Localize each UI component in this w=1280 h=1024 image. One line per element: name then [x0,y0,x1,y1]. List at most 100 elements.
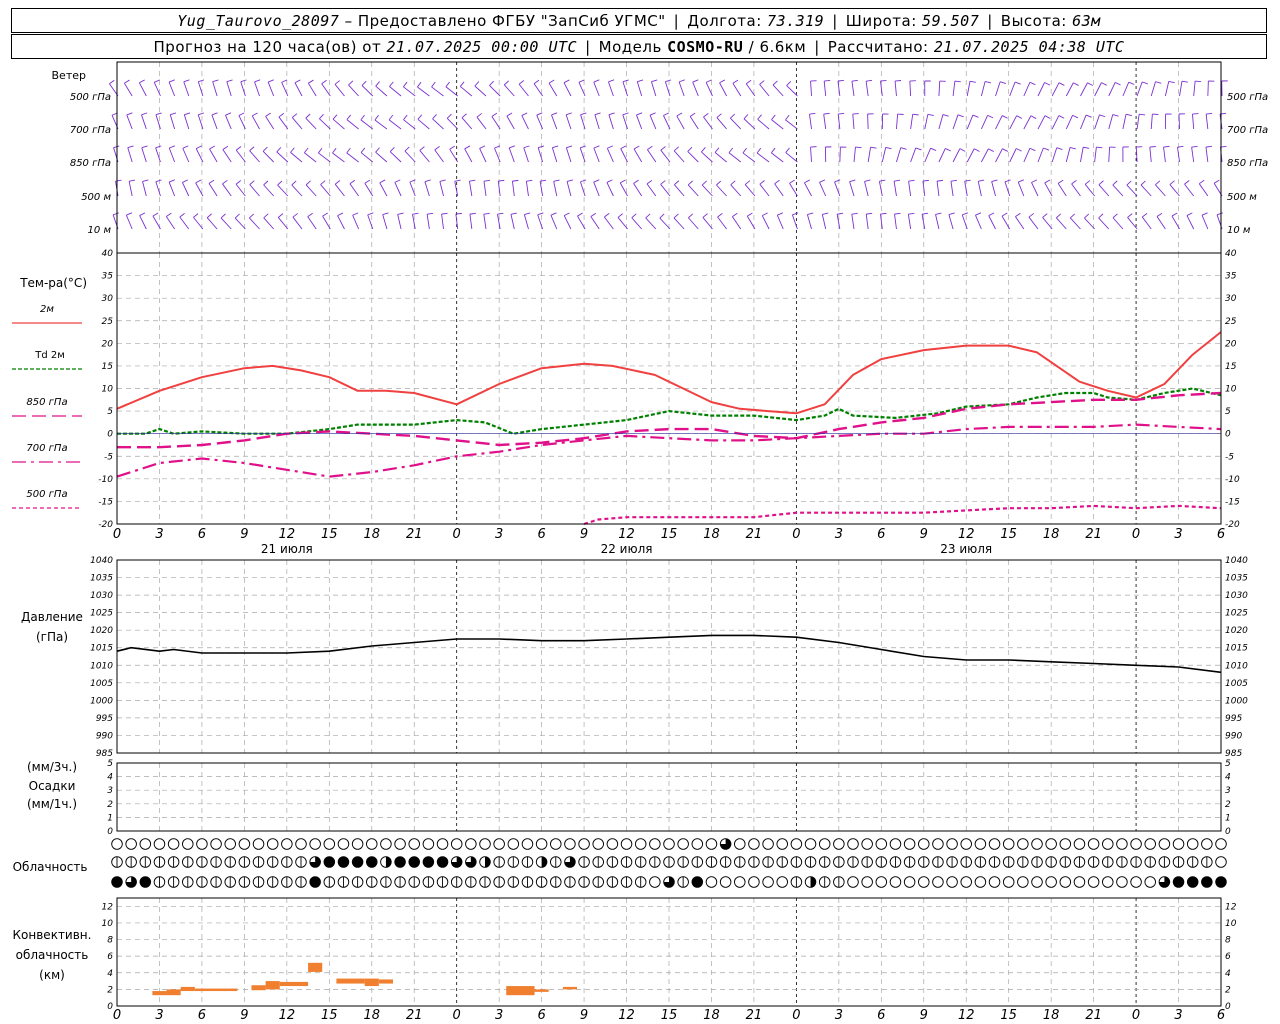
wind-barb [222,145,232,163]
wind-barb [896,147,907,163]
wind-barb [785,147,798,163]
wind-level-label-left: 700 гПа [70,125,111,136]
wind-barb [375,147,388,163]
temp-ytick-left: -5 [104,452,113,462]
wind-barb [389,81,402,97]
wind-barb [360,147,374,163]
cloud-symbol [1158,856,1171,868]
temp-ytick-right: 0 [1225,430,1231,440]
cloud-symbol [224,856,236,868]
cloud-symbol [918,876,930,888]
cloud-symbol [436,876,449,888]
pres-ytick-left: 995 [96,714,113,724]
cloud-symbol [337,838,350,850]
temp-xtick: 15 [1000,527,1017,542]
temp-ytick-right: 5 [1225,407,1231,417]
wind-barb [1009,81,1021,97]
wind-barb [1069,213,1081,230]
wind-barb [703,113,713,130]
wind-barb [995,81,1006,97]
cloud-symbol [465,856,477,868]
wind-barb [761,212,770,230]
conv-ytick-left: 4 [107,969,113,979]
wind-barb [565,145,573,163]
wind-barb [678,79,685,97]
wind-barb [468,179,476,197]
wind-barb [511,179,519,197]
wind-barb [267,79,275,97]
temp-ytick-left: 30 [102,294,114,304]
convective-bar [180,986,195,992]
wind-barb [908,179,915,197]
cloud-symbol [1172,838,1185,850]
cloud-symbol [1045,838,1057,850]
wind-barb [168,179,176,197]
cloud-symbol [946,856,958,868]
cloud-symbol [578,876,590,888]
wind-barb [952,148,966,163]
cloud-symbol [833,856,845,868]
cloud-symbol [1002,856,1015,868]
wind-barb [806,212,814,230]
wind-label: Ветер [52,69,86,82]
wind-barb [360,114,374,130]
wind-barb [660,146,671,163]
cloud-symbol [818,856,831,868]
wind-barb [417,81,430,97]
wind-barb [728,147,742,163]
wind-barb [168,79,176,97]
cloud-symbol [818,838,831,850]
cloud-symbol [422,838,435,850]
wind-barb [732,79,742,97]
wind-barb [417,114,430,130]
wind-barb [893,179,901,197]
cloud-symbol [281,856,293,868]
wind-barb [181,179,190,197]
cloud-symbol [422,876,435,888]
wind-barb [127,145,134,163]
temp-xtick: 9 [240,527,248,542]
pres-ytick-right: 985 [1225,749,1242,759]
wind-barb [1186,212,1195,230]
wind-barb [125,212,133,230]
wind-barb [251,112,260,130]
wind-barb [1037,82,1051,97]
cloud-symbol [295,838,307,850]
cloud-symbol [394,876,406,888]
cloud-symbol [1215,856,1227,868]
cloud-symbol [1172,856,1185,868]
cloud-symbol [1215,876,1227,888]
wind-barb [702,213,713,230]
legend-label: Td 2м [34,350,65,361]
cloud-symbol [988,876,1001,888]
cloud-symbol [535,856,548,868]
wind-barb [483,212,490,230]
temp-ytick-left: 35 [102,272,114,282]
pres-ytick-left: 1020 [90,626,113,636]
wind-barb [479,145,487,163]
wind-barb [687,146,699,163]
cloud-symbol [281,876,293,888]
wind-barb [580,112,587,130]
conv-xtick: 6 [537,1008,545,1023]
cloud-symbol [960,856,972,868]
cloud-symbol [578,856,590,868]
wind-barb [1149,146,1156,163]
wind-barb [608,112,615,130]
wind-barb [676,112,685,130]
cloud-symbol [323,856,336,868]
temp-xtick: 18 [1043,527,1060,542]
wind-barb [1084,180,1095,197]
cloud-symbol [238,856,251,868]
wind-barb [594,112,601,130]
wind-barb [179,213,190,230]
temp-xtick: 6 [1217,527,1225,542]
cloud-symbol [932,876,944,888]
pres-ytick-right: 1030 [1225,591,1248,601]
temp-ytick-right: 30 [1225,294,1237,304]
cloud-symbol [408,856,420,868]
pres-ytick-right: 1040 [1225,556,1248,566]
wind-barb [240,79,247,97]
cloud-symbol [932,838,944,850]
wind-barb [409,179,416,197]
